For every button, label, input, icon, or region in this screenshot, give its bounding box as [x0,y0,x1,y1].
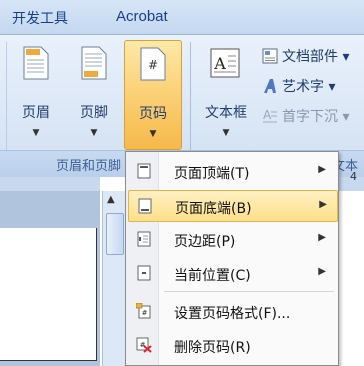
ruler-number: 4 [350,170,357,183]
svg-text:#: # [148,58,158,72]
menu-item-label: 设置页码格式(F)... [174,306,291,322]
document-parts-icon [262,48,278,64]
menu-item-label: 页面顶端(T) [174,166,250,182]
footer-icon [81,46,107,80]
scrollbar-thumb[interactable] [106,213,124,255]
menu-item-top-of-page[interactable]: 页面顶端(T) ▶ [128,156,336,186]
horizontal-ruler [0,177,100,191]
tab-acrobat[interactable]: Acrobat [116,8,168,25]
page-bottom-icon [138,198,152,214]
vertical-scrollbar[interactable]: ▲ [102,191,127,366]
text-box-button[interactable]: A 文本框 ▼ [198,40,254,146]
document-parts-button[interactable]: 文档部件 ▾ [262,46,349,68]
submenu-arrow-icon: ▶ [319,199,327,210]
menu-item-page-margins[interactable]: 页边距(P) ▶ [128,224,336,254]
page-number-icon: # [140,47,166,81]
footer-button[interactable]: 页脚 ▼ [68,40,120,146]
menu-item-current-position[interactable]: 当前位置(C) ▶ [128,258,336,288]
page-margin-icon [137,231,151,247]
chevron-down-icon: ▼ [222,128,230,138]
group-label-header-footer: 页眉和页脚 [56,159,122,174]
wordart-icon [264,79,276,93]
menu-item-label: 当前位置(C) [174,268,251,284]
page-number-button-label: 页码 [139,106,167,122]
remove-page-number-icon: # [136,337,152,353]
drop-cap-icon: A [263,108,277,123]
menu-separator [164,291,334,292]
svg-text:A: A [263,108,272,122]
document-page[interactable] [0,228,97,361]
menu-item-label: 页面底端(B) [175,201,252,217]
header-button[interactable]: 页眉 ▼ [10,40,62,146]
format-page-number-icon: # [136,303,151,319]
drop-cap-button: A 首字下沉 ▾ [262,106,349,128]
header-button-label: 页眉 [22,105,50,121]
submenu-arrow-icon: ▶ [318,232,326,243]
ribbon-tab-strip: 开发工具 Acrobat [0,0,364,35]
menu-item-remove-page-numbers[interactable]: # 删除页码(R) [128,330,336,360]
text-box-icon: A [210,48,240,78]
page-number-button[interactable]: # 页码 ▼ [124,40,182,150]
current-position-icon [137,265,151,281]
submenu-arrow-icon: ▶ [318,164,326,175]
menu-item-label: 删除页码(R) [174,340,251,356]
menu-item-label: 页边距(P) [174,234,236,250]
text-box-label: 文本框 [205,105,247,121]
header-icon [23,46,49,80]
wordart-label: 艺术字 ▾ [282,79,336,95]
drop-cap-label: 首字下沉 ▾ [282,109,350,125]
wordart-button[interactable]: 艺术字 ▾ [262,76,335,98]
scroll-up-icon[interactable]: ▲ [107,194,115,205]
document-parts-label: 文档部件 ▾ [282,49,350,65]
footer-button-label: 页脚 [80,105,108,121]
menu-item-format-page-numbers[interactable]: # 设置页码格式(F)... [128,296,336,326]
svg-text:A: A [213,54,226,73]
submenu-arrow-icon: ▶ [318,266,326,277]
svg-text:#: # [142,309,148,317]
menu-item-bottom-of-page[interactable]: 页面底端(B) ▶ [128,190,338,222]
tab-developer[interactable]: 开发工具 [12,8,68,28]
chevron-down-icon: ▼ [32,128,40,138]
page-top-icon [137,163,151,179]
page-number-menu: 页面顶端(T) ▶ 页面底端(B) ▶ 页边距(P) ▶ 当前位置(C) ▶ #… [125,151,339,366]
chevron-down-icon: ▼ [149,129,157,139]
chevron-down-icon: ▼ [90,128,98,138]
